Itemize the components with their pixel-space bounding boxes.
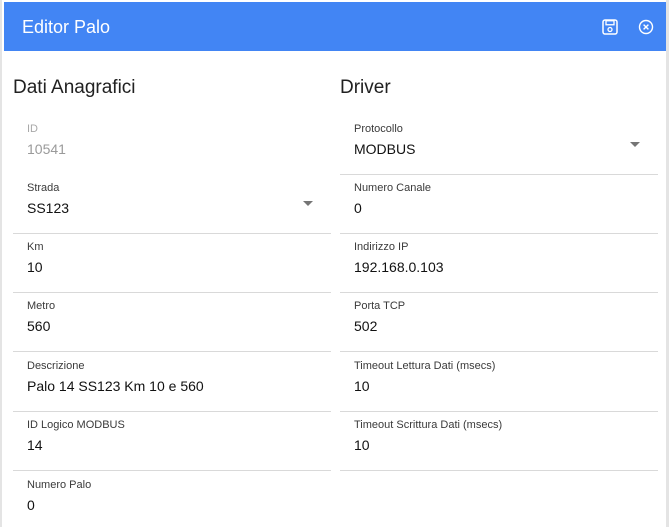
metro-input[interactable] [27, 318, 307, 335]
protocollo-label: Protocollo [354, 123, 403, 135]
protocollo-value[interactable]: MODBUS [354, 141, 634, 158]
id-logico-modbus-field[interactable]: ID Logico MODBUS [13, 412, 331, 471]
numero-canale-label: Numero Canale [354, 182, 432, 194]
id-value: 10541 [27, 141, 66, 157]
chevron-down-icon[interactable] [303, 201, 313, 206]
numero-palo-label: Numero Palo [27, 479, 92, 491]
km-field[interactable]: Km [13, 234, 331, 293]
metro-label: Metro [27, 300, 56, 312]
timeout-scrittura-input[interactable] [354, 437, 634, 454]
indirizzo-ip-field[interactable]: Indirizzo IP [340, 234, 658, 293]
id-logico-modbus-input[interactable] [27, 437, 307, 454]
metro-field[interactable]: Metro [13, 293, 331, 352]
save-icon [602, 19, 618, 35]
strada-value[interactable]: SS123 [27, 200, 307, 217]
id-label: ID [27, 123, 38, 135]
descrizione-field[interactable]: Descrizione [13, 353, 331, 412]
km-input[interactable] [27, 259, 307, 276]
id-field: ID 10541 [13, 116, 331, 175]
numero-palo-field[interactable]: Numero Palo [13, 472, 331, 527]
section-title-driver: Driver [340, 77, 391, 98]
editor-palo-dialog: Editor Palo Dati Anagrafici ID 10541 Str… [0, 0, 669, 527]
timeout-lettura-label: Timeout Lettura Dati (msecs) [354, 360, 496, 372]
porta-tcp-label: Porta TCP [354, 300, 406, 312]
timeout-scrittura-field[interactable]: Timeout Scrittura Dati (msecs) [340, 412, 658, 471]
chevron-down-icon[interactable] [630, 142, 640, 147]
strada-label: Strada [27, 182, 60, 194]
dialog-header: Editor Palo [4, 2, 666, 51]
timeout-lettura-input[interactable] [354, 378, 634, 395]
porta-tcp-field[interactable]: Porta TCP [340, 293, 658, 352]
indirizzo-ip-input[interactable] [354, 259, 634, 276]
numero-palo-input[interactable] [27, 497, 307, 514]
numero-canale-field[interactable]: Numero Canale [340, 175, 658, 234]
close-button[interactable] [636, 17, 656, 37]
id-logico-modbus-label: ID Logico MODBUS [27, 419, 125, 431]
close-circle-icon [638, 19, 654, 35]
save-button[interactable] [600, 17, 620, 37]
numero-canale-input[interactable] [354, 200, 634, 217]
timeout-lettura-field[interactable]: Timeout Lettura Dati (msecs) [340, 353, 658, 412]
indirizzo-ip-label: Indirizzo IP [354, 241, 409, 253]
protocollo-select[interactable]: Protocollo MODBUS [340, 116, 658, 175]
km-label: Km [27, 241, 44, 253]
dialog-title: Editor Palo [22, 17, 111, 37]
descrizione-input[interactable] [27, 378, 307, 395]
descrizione-label: Descrizione [27, 360, 85, 372]
porta-tcp-input[interactable] [354, 318, 634, 335]
timeout-scrittura-label: Timeout Scrittura Dati (msecs) [354, 419, 503, 431]
section-title-dati-anagrafici: Dati Anagrafici [13, 77, 136, 98]
strada-select[interactable]: Strada SS123 [13, 175, 331, 234]
